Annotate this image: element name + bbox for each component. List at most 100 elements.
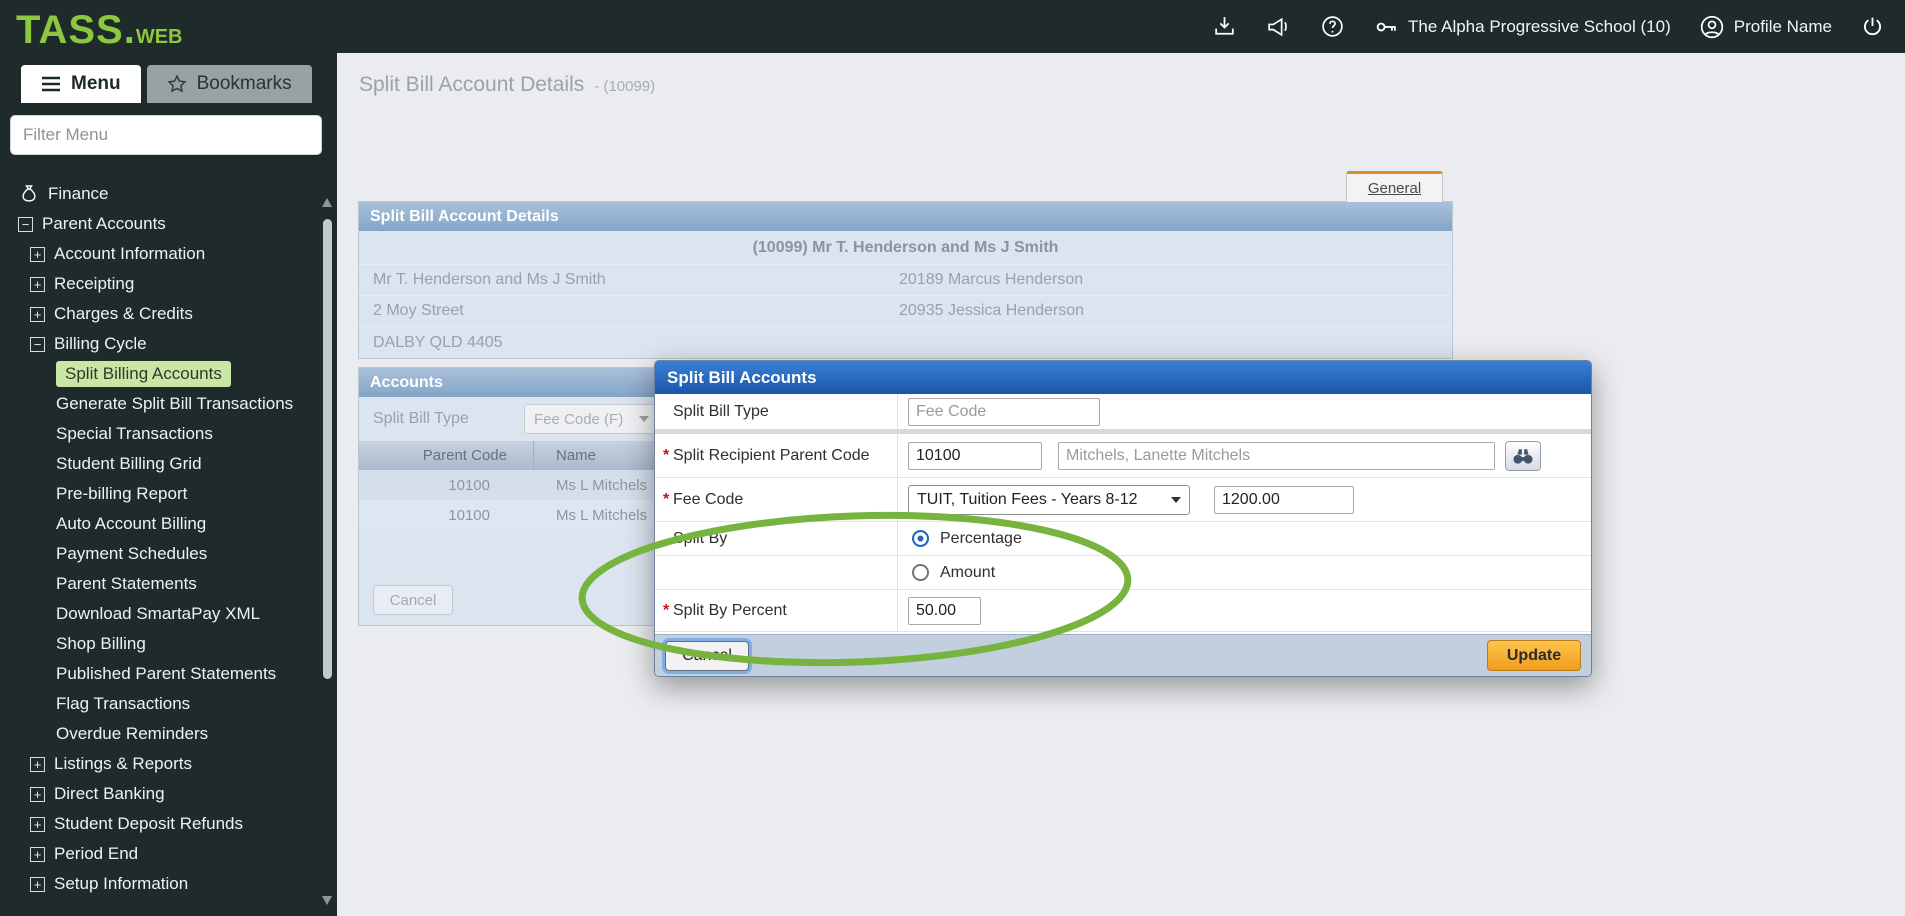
fee-amount-input[interactable] [1214, 486, 1354, 514]
sidebar-item-auto-account-billing[interactable]: Auto Account Billing [0, 509, 337, 539]
sidebar-item-payment-schedules[interactable]: Payment Schedules [0, 539, 337, 569]
expand-toggle-icon[interactable]: + [30, 277, 45, 292]
sidebar-item-setup-information[interactable]: + Setup Information [0, 869, 337, 899]
scroll-up-icon[interactable] [322, 198, 332, 207]
sidebar-item-published-parent-statements[interactable]: Published Parent Statements [0, 659, 337, 689]
sidebar-item-flag-transactions[interactable]: Flag Transactions [0, 689, 337, 719]
expand-toggle-icon[interactable]: + [30, 847, 45, 862]
sidebar-item-parent-statements[interactable]: Parent Statements [0, 569, 337, 599]
split-recipient-name-input[interactable] [1058, 442, 1495, 470]
logout-power-icon[interactable] [1860, 14, 1885, 39]
sidebar-item-pre-billing-report[interactable]: Pre-billing Report [0, 479, 337, 509]
expand-toggle-icon[interactable]: + [30, 877, 45, 892]
sidebar-item-shop-billing[interactable]: Shop Billing [0, 629, 337, 659]
tab-menu-label: Menu [71, 73, 121, 95]
sidebar-scrollbar[interactable] [323, 219, 332, 679]
sidebar-item-label: Setup Information [54, 874, 188, 894]
sidebar-item-period-end[interactable]: +Period End [0, 839, 337, 869]
modal-cancel-button[interactable]: Cancel [665, 641, 749, 671]
page-title-account-number: - (10099) [594, 78, 655, 95]
accounts-cancel-button[interactable]: Cancel [373, 585, 453, 615]
split-by-percent-input[interactable] [908, 597, 981, 625]
sidebar-item-finance[interactable]: Finance [0, 179, 337, 209]
sidebar-item-special-transactions[interactable]: Special Transactions [0, 419, 337, 449]
tab-general[interactable]: General [1346, 171, 1443, 202]
fee-code-select[interactable]: TUIT, Tuition Fees - Years 8-12 [908, 485, 1190, 515]
split-bill-accounts-modal: Split Bill Accounts Split Bill Type *Spl… [654, 360, 1592, 677]
logo-tass-text: TASS. [16, 8, 136, 53]
school-selector[interactable]: The Alpha Progressive School (10) [1373, 14, 1671, 40]
name-cell: Ms L Mitchels [534, 500, 647, 530]
tab-bookmarks-label: Bookmarks [197, 73, 292, 95]
split-bill-type-label: Split Bill Type [359, 410, 524, 428]
parent-code-cell: 10100 [359, 500, 534, 530]
chevron-down-icon [639, 416, 649, 422]
star-icon [167, 74, 187, 94]
collapse-toggle-icon[interactable]: − [30, 337, 45, 352]
field-label: Split Bill Type [655, 394, 898, 429]
sidebar-item-label: Parent Statements [56, 574, 197, 594]
sidebar-item-overdue-reminders[interactable]: Overdue Reminders [0, 719, 337, 749]
modal-title[interactable]: Split Bill Accounts [655, 361, 1591, 394]
sidebar-item-label: Split Billing Accounts [56, 361, 231, 387]
page-title: Split Bill Account Details [359, 73, 584, 97]
sidebar-item-label: Student Billing Grid [56, 454, 202, 474]
sidebar-item-label: Download SmartaPay XML [56, 604, 260, 624]
download-icon[interactable] [1212, 14, 1237, 39]
page-title-row: Split Bill Account Details - (10099) [359, 73, 655, 97]
modal-split-bill-type-row: Split Bill Type [655, 394, 1591, 434]
sidebar-item-label: Pre-billing Report [56, 484, 187, 504]
announcements-icon[interactable] [1265, 14, 1292, 39]
tab-menu[interactable]: Menu [21, 65, 141, 103]
topbar-actions: The Alpha Progressive School (10) Profil… [1212, 0, 1885, 53]
sidebar-item-student-billing-grid[interactable]: Student Billing Grid [0, 449, 337, 479]
split-recipient-code-input[interactable] [908, 442, 1042, 470]
expand-toggle-icon[interactable]: + [30, 787, 45, 802]
sidebar-item-generate-split-bill-transactions[interactable]: Generate Split Bill Transactions [0, 389, 337, 419]
binoculars-search-button[interactable] [1505, 441, 1541, 471]
modal-split-by-amount-row: Amount [655, 556, 1591, 590]
split-bill-type-input[interactable] [908, 398, 1100, 426]
sidebar-item-split-billing-accounts[interactable]: Split Billing Accounts [0, 359, 337, 389]
sidebar-item-label: Student Deposit Refunds [54, 814, 243, 834]
sidebar-item-charges-credits[interactable]: +Charges & Credits [0, 299, 337, 329]
filter-menu-input[interactable] [10, 115, 322, 155]
sidebar-item-download-smartapay-xml[interactable]: Download SmartaPay XML [0, 599, 337, 629]
sidebar-item-student-deposit-refunds[interactable]: + Student Deposit Refunds [0, 809, 337, 839]
sidebar-item-label: Account Information [54, 244, 205, 264]
sidebar-item-parent-accounts[interactable]: −Parent Accounts [0, 209, 337, 239]
modal-fee-code-row: *Fee Code TUIT, Tuition Fees - Years 8-1… [655, 478, 1591, 522]
split-bill-type-select[interactable]: Fee Code (F) [524, 404, 659, 434]
sidebar-item-receipting[interactable]: +Receipting [0, 269, 337, 299]
collapse-toggle-icon[interactable]: − [18, 217, 33, 232]
account-title: (10099) Mr T. Henderson and Ms J Smith [359, 231, 1452, 265]
tass-logo[interactable]: TASS.WEB [0, 0, 337, 53]
sidebar-item-direct-banking[interactable]: +Direct Banking [0, 779, 337, 809]
modal-update-button[interactable]: Update [1487, 640, 1581, 671]
hamburger-icon [41, 76, 61, 92]
expand-toggle-icon[interactable]: + [30, 757, 45, 772]
required-asterisk: * [655, 602, 673, 620]
profile-label: Profile Name [1734, 17, 1832, 37]
sidebar-item-label: Parent Accounts [42, 214, 166, 234]
help-icon[interactable] [1320, 14, 1345, 39]
sidebar-item-billing-cycle[interactable]: −Billing Cycle [0, 329, 337, 359]
main-content: Split Bill Account Details - (10099) Gen… [337, 53, 1905, 916]
scroll-down-icon[interactable] [322, 896, 332, 905]
expand-toggle-icon[interactable]: + [30, 817, 45, 832]
sidebar-item-label: Special Transactions [56, 424, 213, 444]
tab-bookmarks[interactable]: Bookmarks [147, 65, 312, 103]
expand-toggle-icon[interactable]: + [30, 307, 45, 322]
percentage-radio[interactable] [912, 530, 929, 547]
field-label [655, 556, 898, 589]
amount-radio[interactable] [912, 564, 929, 581]
profile-menu[interactable]: Profile Name [1699, 14, 1832, 40]
address-line: 2 Moy Street [359, 302, 899, 320]
detail-row: 2 Moy Street 20935 Jessica Henderson [359, 296, 1452, 327]
field-label: *Fee Code [655, 478, 898, 521]
sidebar-item-account-information[interactable]: + Account Information [0, 239, 337, 269]
detail-row: Mr T. Henderson and Ms J Smith 20189 Mar… [359, 265, 1452, 296]
sidebar-item-listings-reports[interactable]: +Listings & Reports [0, 749, 337, 779]
details-panel-header: Split Bill Account Details [359, 202, 1452, 231]
expand-toggle-icon[interactable]: + [30, 247, 45, 262]
